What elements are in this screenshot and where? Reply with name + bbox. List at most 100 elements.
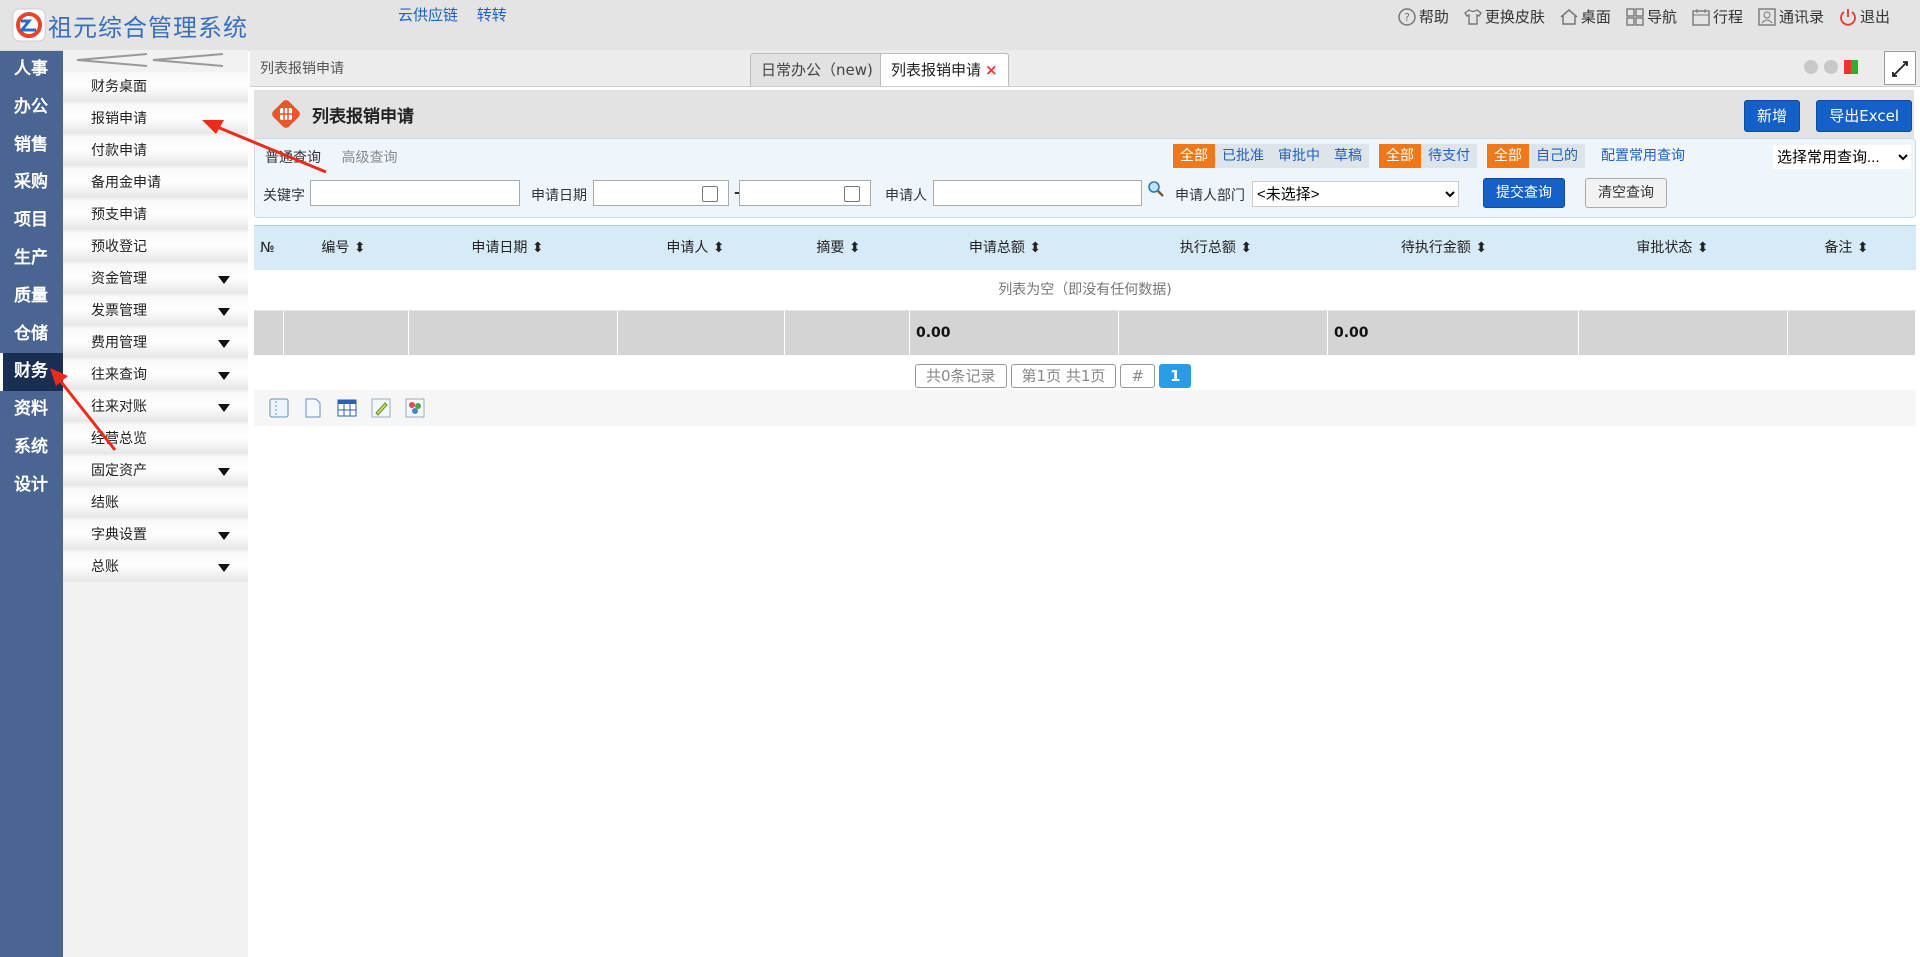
tab-expense-list[interactable]: 列表报销申请 × [880,53,1009,86]
search-icon[interactable] [1147,180,1165,198]
submenu-invoice-management[interactable]: 发票管理 [63,296,248,326]
top-link-transfer[interactable]: 转转 [477,6,507,24]
edit-icon[interactable] [370,397,392,419]
export-excel-button[interactable]: 导出Excel [1816,100,1912,132]
page-1-button[interactable]: 1 [1158,364,1192,388]
submenu-fund-management[interactable]: 资金管理 [63,264,248,294]
table-toolbar [254,390,1916,426]
total-cell [1579,311,1788,355]
submenu-dictionary-settings[interactable]: 字典设置 [63,520,248,550]
add-button[interactable]: 新增 [1743,100,1800,132]
page-jump-button[interactable]: # [1120,364,1155,388]
expand-icon [1892,61,1908,77]
nav-production[interactable]: 生产 [0,240,63,278]
table-icon[interactable] [336,397,358,419]
app-title: 祖元综合管理系统 [48,14,248,42]
submenu-expense-management[interactable]: 费用管理 [63,328,248,358]
dept-select[interactable]: <未选择> [1252,181,1459,207]
calendar-icon[interactable] [844,186,860,202]
nav-system[interactable]: 系统 [0,429,63,467]
nav-finance[interactable]: 财务 [0,353,63,392]
submenu-fixed-assets[interactable]: 固定资产 [63,456,248,486]
tab-normal-query[interactable]: 普通查询 [265,150,321,166]
submenu-general-ledger[interactable]: 总账 [63,552,248,582]
filter-status-pending[interactable]: 审批中 [1271,144,1327,168]
col-approval-status[interactable]: 审批状态 ⬍ [1568,226,1777,270]
filter-owner-mine[interactable]: 自己的 [1529,144,1585,168]
top-link-supply-chain[interactable]: 云供应链 [398,6,458,24]
fullscreen-button[interactable] [1884,51,1916,85]
col-summary[interactable]: 摘要 ⬍ [779,226,898,270]
keyword-input[interactable] [310,180,520,206]
close-tab-icon[interactable]: × [985,61,998,79]
tab-scroll-left-icon[interactable] [1804,60,1818,74]
submenu-business-overview[interactable]: 经营总览 [63,424,248,454]
nav-office[interactable]: 办公 [0,89,63,127]
col-remark[interactable]: 备注 ⬍ [1777,226,1916,270]
col-apply-total[interactable]: 申请总额 ⬍ [898,226,1112,270]
tab-bar: 列表报销申请 日常办公（new) 列表报销申请 × [250,50,1920,87]
clear-query-button[interactable]: 清空查询 [1585,178,1667,208]
nav-project[interactable]: 项目 [0,202,63,240]
calendar-icon[interactable] [702,186,718,202]
filter-pay-all[interactable]: 全部 [1379,144,1421,168]
date-end-input[interactable] [739,180,871,206]
col-pending-amount[interactable]: 待执行金额 ⬍ [1320,226,1568,270]
schedule-button[interactable]: 行程 [1691,6,1743,27]
shirt-icon [1463,8,1482,25]
desktop-button[interactable]: 桌面 [1559,6,1611,27]
palette-icon[interactable] [404,397,426,419]
configure-saved-query-link[interactable]: 配置常用查询 [1601,144,1685,168]
nav-quality[interactable]: 质量 [0,278,63,316]
submenu-closing[interactable]: 结账 [63,488,248,518]
applicant-input[interactable] [933,180,1142,206]
col-applicant[interactable]: 申请人 ⬍ [612,226,779,270]
nav-design[interactable]: 设计 [0,467,63,505]
collapse-sidebar-button[interactable] [63,50,248,70]
dept-label: 申请人部门 [1175,188,1245,204]
logout-button[interactable]: 退出 [1838,6,1890,27]
submenu-account-query[interactable]: 往来查询 [63,360,248,390]
total-cell [1119,311,1328,355]
caret-down-icon [218,308,230,316]
page-title: 列表报销申请 [312,107,414,127]
top-bar: 祖元综合管理系统 云供应链 转转 ? 帮助 更换皮肤 桌面 导航 行程 通讯录 [0,0,1920,51]
filter-status-all[interactable]: 全部 [1173,144,1215,168]
nav-purchase[interactable]: 采购 [0,164,63,202]
filter-owner-all[interactable]: 全部 [1487,144,1529,168]
filter-pay-unpaid[interactable]: 待支付 [1421,144,1477,168]
nav-warehouse[interactable]: 仓储 [0,316,63,354]
contacts-button[interactable]: 通讯录 [1757,6,1824,27]
nav-sales[interactable]: 销售 [0,127,63,165]
date-start-input[interactable] [593,180,729,206]
navigation-button[interactable]: 导航 [1625,6,1677,27]
submenu-reconciliation[interactable]: 往来对账 [63,392,248,422]
blank-page-icon[interactable] [302,397,324,419]
tab-advanced-query[interactable]: 高级查询 [341,150,397,166]
submenu-payment-request[interactable]: 付款申请 [63,136,248,166]
expense-table: № 编号 ⬍ 申请日期 ⬍ 申请人 ⬍ 摘要 ⬍ 申请总额 ⬍ 执行总额 ⬍ 待… [254,225,1916,355]
nav-hr[interactable]: 人事 [0,51,63,89]
help-button[interactable]: ? 帮助 [1397,6,1449,27]
submenu-petty-cash[interactable]: 备用金申请 [63,168,248,198]
tab-daily-office[interactable]: 日常办公（new) [750,53,884,86]
saved-query-select[interactable]: 选择常用查询... [1773,145,1911,169]
filter-status-approved[interactable]: 已批准 [1215,144,1271,168]
submenu-advance-request[interactable]: 预支申请 [63,200,248,230]
column-settings-icon[interactable] [268,397,290,419]
status-filters: 全部 已批准 审批中 草稿 全部 待支付 全部 自己的 配置常用查询 [1173,144,1685,168]
col-code[interactable]: 编号 ⬍ [284,226,403,270]
filter-status-draft[interactable]: 草稿 [1327,144,1369,168]
tab-menu-icon[interactable] [1844,60,1858,74]
date-label: 申请日期 [531,188,587,204]
submenu-expense-claim[interactable]: 报销申请 [63,104,248,134]
col-apply-date[interactable]: 申请日期 ⬍ [403,226,612,270]
col-executed-total[interactable]: 执行总额 ⬍ [1112,226,1320,270]
nav-data[interactable]: 资料 [0,391,63,429]
total-cell [785,311,910,355]
change-skin-button[interactable]: 更换皮肤 [1463,6,1545,27]
submenu-finance-desktop[interactable]: 财务桌面 [63,72,248,102]
submit-query-button[interactable]: 提交查询 [1483,178,1565,208]
tab-scroll-right-icon[interactable] [1824,60,1838,74]
submenu-advance-receipt[interactable]: 预收登记 [63,232,248,262]
